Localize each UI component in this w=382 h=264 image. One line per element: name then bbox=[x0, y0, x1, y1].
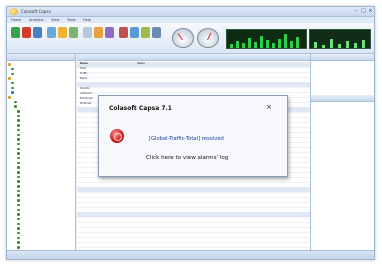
title-bar: Colasoft Capsa – □ × bbox=[7, 7, 374, 17]
protocol-graph bbox=[309, 29, 371, 49]
detail-item[interactable] bbox=[311, 88, 374, 93]
node-explorer-icon[interactable] bbox=[69, 27, 78, 38]
popup-title: Colasoft Capsa 7.1 bbox=[109, 105, 172, 112]
close-icon[interactable]: × bbox=[265, 103, 273, 111]
alarm-notification-popup[interactable]: Colasoft Capsa 7.1 × [Global-Traffic-Tot… bbox=[98, 95, 288, 177]
network-profile-icon[interactable] bbox=[47, 27, 56, 38]
alarm-icon bbox=[110, 129, 124, 143]
alarm-message: [Global-Traffic-Total] resolved bbox=[149, 136, 224, 142]
maximize-icon[interactable]: □ bbox=[360, 8, 367, 14]
status-bar bbox=[7, 250, 374, 259]
utilization-gauge bbox=[172, 28, 194, 48]
ribbon-toolbar bbox=[7, 23, 374, 54]
summary-header bbox=[77, 54, 310, 61]
log-icon[interactable] bbox=[119, 27, 128, 38]
packet-buffer-icon[interactable] bbox=[83, 27, 92, 38]
menu-tab-analysis[interactable]: Analysis bbox=[29, 18, 43, 22]
grid-row[interactable] bbox=[77, 242, 310, 248]
menu-tab-view[interactable]: View bbox=[51, 18, 59, 22]
settings-icon[interactable] bbox=[152, 27, 161, 38]
details-panel bbox=[311, 54, 374, 251]
filter-icon[interactable] bbox=[58, 27, 67, 38]
traffic-gauge bbox=[197, 28, 219, 48]
details-header bbox=[311, 54, 374, 61]
export-icon[interactable] bbox=[141, 27, 150, 38]
capsa-logo-icon bbox=[10, 8, 18, 15]
traffic-graph bbox=[226, 29, 307, 49]
minimize-icon[interactable]: – bbox=[352, 8, 359, 14]
properties-header bbox=[311, 94, 374, 102]
window-title: Colasoft Capsa bbox=[21, 9, 51, 14]
view-alarms-log-link[interactable]: Click here to view alarms' log bbox=[146, 155, 228, 161]
tree-item[interactable] bbox=[7, 245, 75, 250]
close-window-icon[interactable]: × bbox=[367, 8, 374, 14]
report-icon[interactable] bbox=[105, 27, 114, 38]
save-icon[interactable] bbox=[130, 27, 139, 38]
start-capture-icon[interactable] bbox=[11, 27, 20, 38]
node-explorer-panel bbox=[7, 54, 76, 251]
node-explorer-header bbox=[7, 54, 75, 61]
menu-tab-home[interactable]: Home bbox=[11, 18, 21, 22]
options-icon[interactable] bbox=[33, 27, 42, 38]
menu-tab-tools[interactable]: Tools bbox=[67, 18, 76, 22]
property-row bbox=[311, 142, 374, 147]
alarm-settings-icon[interactable] bbox=[94, 27, 103, 38]
menu-tab-help[interactable]: Help bbox=[83, 18, 91, 22]
stop-capture-icon[interactable] bbox=[22, 27, 31, 38]
